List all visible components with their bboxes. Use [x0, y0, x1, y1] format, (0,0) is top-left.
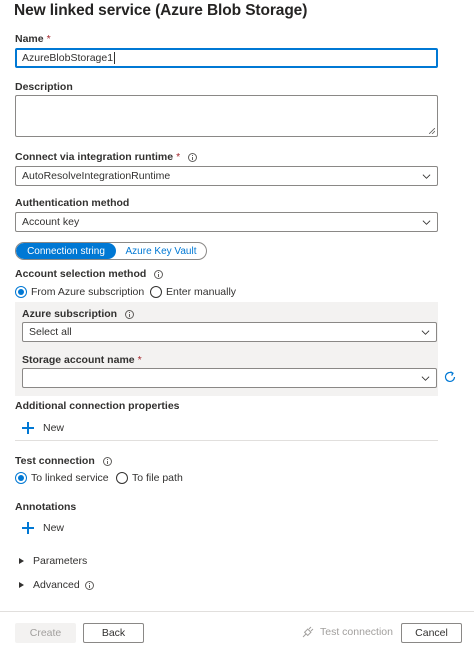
name-label: Name *: [15, 33, 51, 45]
advanced-label: Advanced: [33, 579, 80, 591]
integration-runtime-value: AutoResolveIntegrationRuntime: [22, 170, 171, 182]
plug-icon: [302, 626, 314, 638]
azure-subscription-value: Select all: [29, 326, 72, 338]
test-connection-label: Test connection: [15, 455, 112, 467]
toggle-azure-key-vault[interactable]: Azure Key Vault: [116, 243, 206, 259]
radio-selected-icon[interactable]: [15, 286, 27, 298]
parameters-label: Parameters: [33, 555, 88, 567]
storage-account-label: Storage account name *: [22, 354, 142, 366]
new-label: New: [43, 522, 65, 534]
additional-props-label: Additional connection properties: [15, 400, 180, 412]
radio-to-file-path[interactable]: To file path: [116, 472, 183, 484]
radio-label: Enter manually: [166, 286, 237, 298]
name-field[interactable]: AzureBlobStorage1: [15, 48, 438, 68]
toggle-connection-string[interactable]: Connection string: [16, 243, 116, 259]
required-marker: *: [176, 151, 181, 163]
storage-account-label-text: Storage account name: [22, 354, 135, 366]
chevron-right-icon: [19, 582, 24, 588]
chevron-down-icon: [421, 330, 430, 335]
name-field-value: AzureBlobStorage1: [22, 52, 114, 64]
info-icon[interactable]: [188, 152, 198, 162]
parameters-expander[interactable]: Parameters: [19, 555, 87, 567]
description-textarea[interactable]: [15, 95, 438, 137]
chevron-right-icon: [19, 558, 24, 564]
radio-enter-manually[interactable]: Enter manually: [150, 286, 236, 298]
test-connection-button-label: Test connection: [320, 626, 393, 638]
add-annotation-button[interactable]: New: [22, 522, 64, 534]
info-icon[interactable]: [84, 580, 94, 590]
radio-unselected-icon[interactable]: [116, 472, 128, 484]
annotations-label: Annotations: [15, 501, 76, 513]
auth-method-label-text: Authentication method: [15, 197, 130, 209]
additional-props-label-text: Additional connection properties: [15, 400, 180, 412]
back-button[interactable]: Back: [83, 623, 144, 643]
test-connection-button[interactable]: Test connection: [302, 626, 393, 638]
integration-runtime-label: Connect via integration runtime *: [15, 151, 198, 163]
info-icon[interactable]: [125, 309, 135, 319]
page-title: New linked service (Azure Blob Storage): [14, 2, 308, 19]
text-cursor: [114, 52, 116, 64]
azure-subscription-label-text: Azure subscription: [22, 308, 118, 320]
info-icon[interactable]: [102, 456, 112, 466]
refresh-icon[interactable]: [443, 370, 457, 384]
annotations-label-text: Annotations: [15, 501, 77, 513]
chevron-down-icon: [422, 174, 431, 179]
radio-label: To file path: [132, 472, 183, 484]
name-label-text: Name: [15, 33, 44, 45]
azure-subscription-dropdown[interactable]: Select all: [22, 322, 437, 342]
footer-divider: [0, 611, 474, 612]
description-label-text: Description: [15, 81, 73, 93]
required-marker: *: [137, 354, 142, 366]
integration-runtime-label-text: Connect via integration runtime: [15, 151, 174, 163]
add-connection-property-button[interactable]: New: [22, 422, 64, 434]
integration-runtime-dropdown[interactable]: AutoResolveIntegrationRuntime: [15, 166, 438, 186]
resize-grip-icon[interactable]: [429, 128, 435, 134]
radio-to-linked-service[interactable]: To linked service: [15, 472, 109, 484]
radio-label: To linked service: [31, 472, 109, 484]
connection-type-toggle[interactable]: Connection string Azure Key Vault: [15, 242, 207, 260]
radio-selected-icon[interactable]: [15, 472, 27, 484]
chevron-down-icon: [421, 376, 430, 381]
new-label: New: [43, 422, 65, 434]
radio-label: From Azure subscription: [31, 286, 145, 298]
create-button[interactable]: Create: [15, 623, 76, 643]
azure-subscription-label: Azure subscription: [22, 308, 135, 320]
advanced-expander[interactable]: Advanced: [19, 579, 94, 591]
radio-from-azure-subscription[interactable]: From Azure subscription: [15, 286, 144, 298]
account-selection-label-text: Account selection method: [15, 268, 147, 280]
storage-account-dropdown[interactable]: [22, 368, 437, 388]
auth-method-dropdown[interactable]: Account key: [15, 212, 438, 232]
cancel-button[interactable]: Cancel: [401, 623, 462, 643]
account-selection-label: Account selection method: [15, 268, 164, 280]
description-label: Description: [15, 81, 73, 93]
radio-unselected-icon[interactable]: [150, 286, 162, 298]
chevron-down-icon: [422, 220, 431, 225]
auth-method-value: Account key: [22, 216, 80, 228]
info-icon[interactable]: [154, 269, 164, 279]
add-icon: [22, 522, 34, 534]
auth-method-label: Authentication method: [15, 197, 129, 209]
divider: [15, 440, 438, 441]
test-connection-label-text: Test connection: [15, 455, 95, 467]
add-icon: [22, 422, 34, 434]
required-marker: *: [46, 33, 51, 45]
